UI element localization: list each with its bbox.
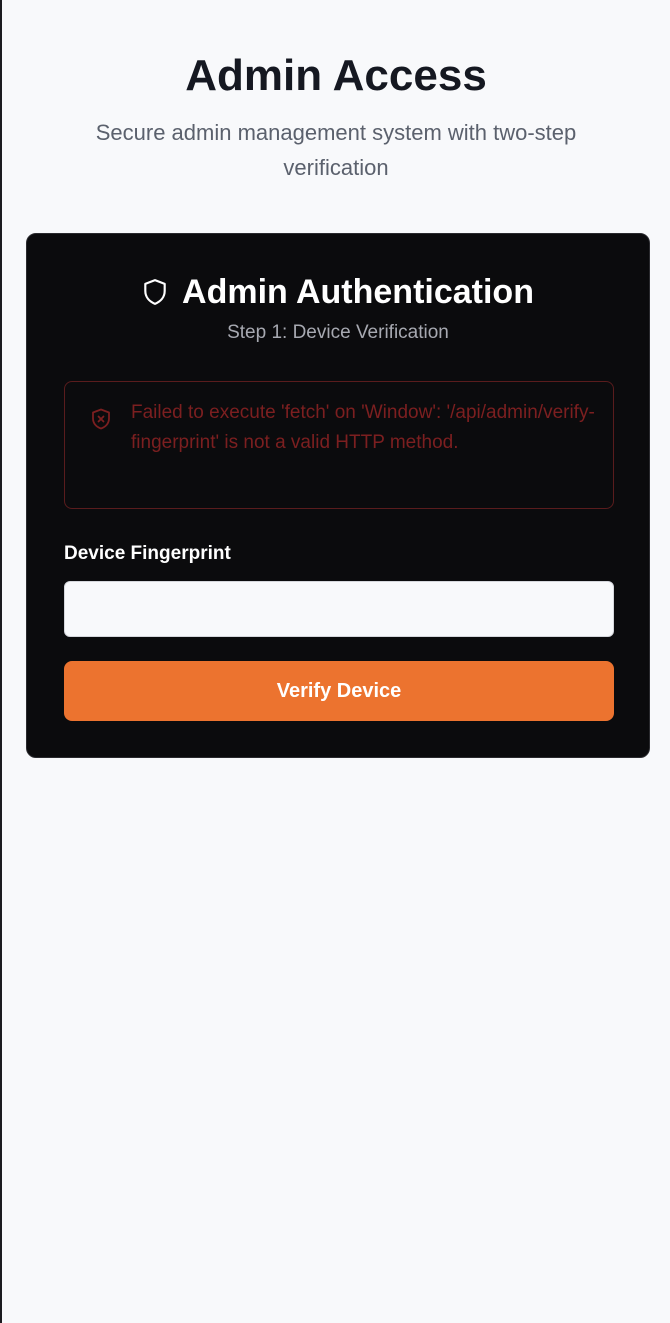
error-message: Failed to execute 'fetch' on 'Window': '… — [131, 402, 595, 453]
shield-icon — [142, 278, 168, 306]
shield-x-icon — [91, 408, 111, 430]
page-title: Admin Access — [185, 51, 487, 100]
fingerprint-label: Device Fingerprint — [64, 543, 231, 564]
admin-auth-card: Admin Authentication Step 1: Device Veri… — [26, 233, 650, 758]
card-title-row: Admin Authentication — [27, 270, 649, 314]
verify-device-button[interactable]: Verify Device — [64, 661, 614, 721]
fingerprint-input[interactable] — [64, 581, 614, 637]
card-title: Admin Authentication — [182, 273, 534, 311]
error-alert: Failed to execute 'fetch' on 'Window': '… — [64, 381, 614, 509]
page-subtitle: Secure admin management system with two-… — [95, 120, 577, 180]
step-indicator: Step 1: Device Verification — [227, 322, 449, 343]
